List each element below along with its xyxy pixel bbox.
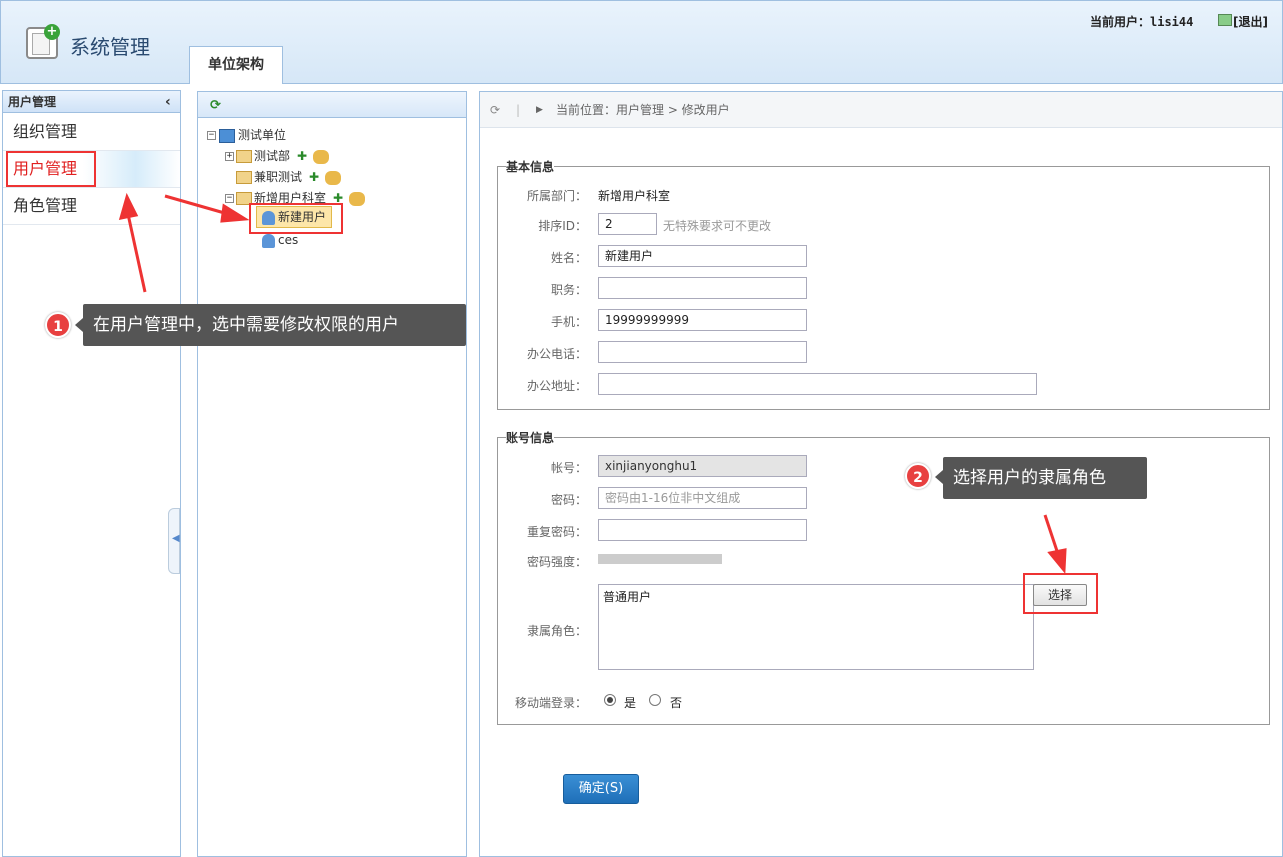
tree-node-root[interactable]: − 测试单位 [207,125,286,145]
tip-1: 在用户管理中，选中需要修改权限的用户 [83,304,466,346]
account-label: 帐号： [550,461,587,475]
user-group-icon[interactable] [349,191,366,206]
name-label: 姓名： [550,251,587,265]
highlight-box [249,203,343,234]
section-legend: 基本信息 [506,160,555,174]
sort-label: 排序ID： [538,219,587,233]
sidebar-item-roles[interactable]: 角色管理 [3,188,180,225]
folder-icon [236,150,252,163]
office-phone-label: 办公电话： [526,347,587,361]
logout-icon[interactable] [1218,14,1232,26]
current-user: 当前用户：lisi44 [1090,15,1194,29]
password-strength-label: 密码强度： [526,555,587,569]
sort-hint: 无特殊要求可不更改 [663,219,772,233]
tree-line [225,173,234,182]
collapse-icon[interactable]: − [207,131,216,140]
dept-value: 新增用户科室 [598,189,671,203]
office-addr-label: 办公地址： [526,379,587,393]
mobile-login-no-label: 否 [670,696,683,710]
app-title: 系统管理 [70,35,150,59]
mobile-label: 手机： [550,315,587,329]
position-input[interactable] [598,277,807,299]
breadcrumb: ⟳ | ▶ 当前位置：用户管理 > 修改用户 [480,92,1282,128]
office-phone-input[interactable] [598,341,807,363]
password-label: 密码： [550,493,587,507]
account-input: xinjianyonghu1 [598,455,807,477]
org-icon [219,128,235,143]
tab-unit-structure[interactable]: 单位架构 [189,46,283,84]
user-icon [262,233,275,248]
highlight-box [1023,573,1098,614]
user-group-icon[interactable] [325,170,342,185]
tip-2: 选择用户的隶属角色 [943,457,1147,499]
arrow-right-icon: ▶ [536,105,543,115]
step-badge-1: 1 [45,312,71,338]
folder-icon [236,171,252,184]
mobile-input[interactable]: 19999999999 [598,309,807,331]
refresh-icon[interactable]: ⟳ [210,98,221,113]
sidebar-item-org[interactable]: 组织管理 [3,114,180,151]
system-logo-icon: + [26,24,60,59]
position-label: 职务： [550,283,587,297]
collapse-icon[interactable]: − [225,194,234,203]
highlight-box [6,151,96,187]
divider: | [516,103,521,117]
repeat-password-label: 重复密码： [526,525,587,539]
expand-icon[interactable]: + [225,152,234,161]
refresh-icon[interactable]: ⟳ [490,92,500,128]
user-group-icon[interactable] [313,149,330,164]
confirm-button[interactable]: 确定(S) [563,774,639,804]
tree-toolbar: ⟳ [198,92,466,118]
sort-id-input[interactable]: 2 [598,213,657,235]
role-label: 隶属角色： [526,624,587,638]
add-icon[interactable]: ✚ [297,149,307,163]
office-addr-input[interactable] [598,373,1037,395]
tip-pointer [75,318,83,332]
password-strength-bar [598,554,722,564]
sidebar: 用户管理 ‹ 组织管理 用户管理 角色管理 [2,90,181,857]
section-legend: 账号信息 [506,431,555,445]
mobile-login-no-radio[interactable] [649,694,661,706]
sidebar-title: 用户管理 [3,91,180,113]
add-icon[interactable]: ✚ [309,170,319,184]
tip-pointer [935,470,943,484]
collapse-arrow-icon: ◀ [172,533,180,544]
password-input[interactable]: 密码由1-16位非中文组成 [598,487,807,509]
dept-label: 所属部门： [526,189,587,203]
step-badge-2: 2 [905,463,931,489]
tree-node[interactable]: 兼职测试 ✚ [225,167,342,187]
name-input[interactable]: 新建用户 [598,245,807,267]
role-textarea[interactable]: 普通用户 [598,584,1034,670]
logout-link[interactable]: [退出] [1233,13,1268,30]
mobile-login-yes-label: 是 [624,696,637,710]
mobile-login-label: 移动端登录： [514,696,587,710]
tree-node[interactable]: + 测试部 ✚ [225,146,330,166]
panel-splitter[interactable]: ◀ [168,508,180,574]
breadcrumb-text: 当前位置：用户管理 > 修改用户 [556,103,730,117]
mobile-login-yes-radio[interactable] [604,694,616,706]
sidebar-collapse-icon[interactable]: ‹ [165,91,171,113]
repeat-password-input[interactable] [598,519,807,541]
